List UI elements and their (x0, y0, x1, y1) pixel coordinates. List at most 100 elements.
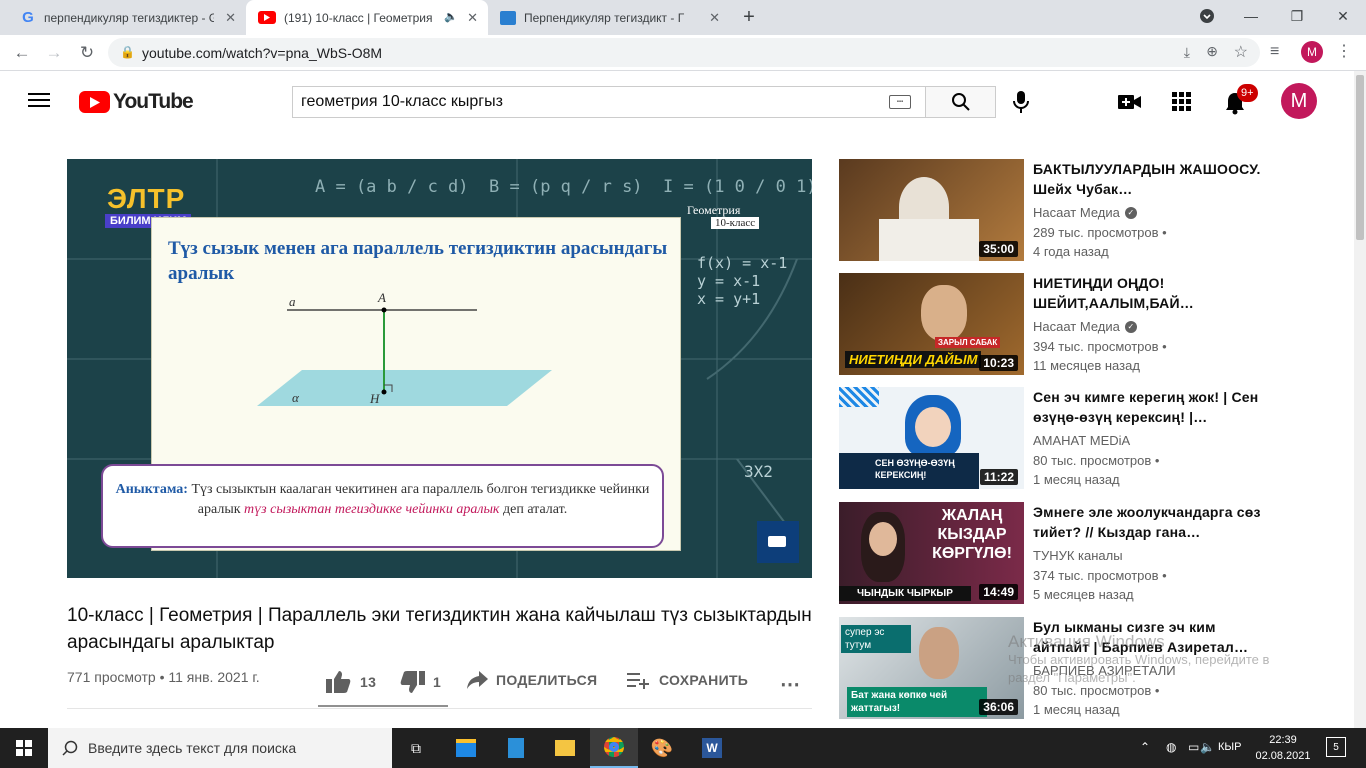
recommended-channel[interactable]: Насаат Медиа ✓ (1033, 205, 1137, 220)
verified-icon: ✓ (1124, 206, 1137, 219)
hamburger-menu-icon[interactable] (28, 91, 50, 109)
task-view-icon[interactable]: ⧉ (392, 728, 440, 768)
recommended-age: 11 месяцев назад (1033, 358, 1140, 373)
tab-search-icon[interactable] (1184, 0, 1230, 32)
close-icon[interactable]: ✕ (225, 10, 236, 26)
chrome-icon[interactable] (590, 728, 638, 768)
profile-avatar[interactable]: M (1301, 41, 1323, 63)
youtube-header: YouTube геометрия 10-класс кыргыз ▪▪▪ 9+… (0, 71, 1354, 133)
tab-title: перпендикуляр тегиздиктер - G (44, 10, 214, 25)
recommended-title[interactable]: Сен эч кимге керегиң жок! | Сен өзүңө-өз… (1033, 387, 1263, 427)
restore-icon[interactable]: ❐ (1274, 0, 1320, 32)
clock[interactable]: 22:39 02.08.2021 (1252, 732, 1314, 764)
url-text[interactable]: youtube.com/watch?v=pna_WbS-O8M (142, 45, 382, 61)
close-icon[interactable]: ✕ (709, 10, 720, 26)
reading-list-icon[interactable]: ≡ (1270, 43, 1279, 61)
tab-google-search[interactable]: G перпендикуляр тегиздиктер - G ✕ (8, 0, 246, 35)
youtube-logo-text: YouTube (113, 90, 194, 113)
recommended-title[interactable]: БАКТЫЛУУЛАРДЫН ЖАШООСУ. Шейх Чубак… (1033, 159, 1263, 199)
video-thumbnail[interactable]: 35:00 (839, 159, 1024, 261)
battery-icon[interactable]: ▭ (1188, 740, 1199, 754)
speaker-icon[interactable]: 🔈 (444, 10, 458, 23)
back-icon[interactable]: ← (10, 41, 34, 65)
minimize-icon[interactable]: — (1228, 0, 1274, 32)
youtube-play-logo-icon (79, 91, 110, 113)
apps-grid-icon[interactable] (1172, 92, 1192, 112)
install-icon[interactable]: ⤓ (1184, 44, 1190, 61)
tab-book[interactable]: Перпендикуляр тегиздикт - Г ✕ (488, 0, 730, 35)
video-player[interactable]: A = (a b / c d) B = (p q / r s) I = (1 0… (67, 159, 812, 578)
paint-icon[interactable]: 🎨 (638, 728, 686, 768)
recommended-age: 1 месяц назад (1033, 702, 1120, 717)
microphone-icon[interactable] (1011, 91, 1031, 113)
menu-dots-icon[interactable]: ⋮ (1336, 41, 1352, 61)
book-icon (500, 10, 516, 25)
omnibox[interactable]: 🔒 youtube.com/watch?v=pna_WbS-O8M ⤓ ⊕ ☆ (108, 38, 1260, 67)
show-hidden-icons-icon[interactable]: ⌃ (1140, 740, 1150, 754)
lock-icon: 🔒 (120, 45, 135, 59)
notification-center-icon[interactable]: 5 (1326, 737, 1346, 757)
save-button[interactable]: СОХРАНИТЬ (627, 670, 748, 690)
definition-text-2: деп аталат. (499, 502, 568, 517)
tab-youtube-video[interactable]: (191) 10-класс | Геометрия | 🔈 ✕ (246, 0, 488, 35)
point-label-h: H (369, 391, 380, 406)
google-icon: G (22, 9, 34, 26)
video-thumbnail[interactable]: СЕН ӨЗҮҢӨ-ӨЗҮҢ КЕРЕКСИҢ! 11:22 (839, 387, 1024, 489)
recommended-video[interactable]: ЖАЛАҢ КЫЗДАР КӨРГҮЛӨ! ЧЫНДЫК ЧЫРКЫР 14:4… (839, 502, 1339, 604)
scrollbar-thumb[interactable] (1356, 75, 1364, 240)
recommended-channel[interactable]: Насаат Медиа ✓ (1033, 319, 1137, 334)
new-tab-icon[interactable]: + (738, 6, 760, 28)
add-to-playlist-icon (627, 673, 649, 689)
calculator-icon[interactable] (492, 728, 540, 768)
windows-start-icon[interactable] (0, 728, 48, 768)
create-video-icon[interactable] (1118, 93, 1142, 111)
bookmark-star-icon[interactable]: ☆ (1234, 42, 1248, 62)
zoom-icon[interactable]: ⊕ (1206, 43, 1218, 60)
dislike-button[interactable]: 1 (399, 670, 441, 694)
volume-icon[interactable]: 🔈 (1200, 740, 1215, 754)
like-button[interactable]: 13 (326, 670, 376, 694)
recommended-title[interactable]: Эмнеге эле жоолукчандарга сөз тийет? // … (1033, 502, 1263, 542)
share-button[interactable]: ПОДЕЛИТЬСЯ (466, 670, 597, 690)
like-count: 13 (360, 674, 377, 690)
video-thumbnail[interactable]: супер эс тутум Бат жана көпкө чей жаттаг… (839, 617, 1024, 719)
close-window-icon[interactable]: ✕ (1320, 0, 1366, 32)
reload-icon[interactable]: ↻ (75, 41, 99, 65)
search-button[interactable] (925, 86, 996, 118)
account-avatar[interactable]: M (1281, 83, 1317, 119)
point-label-a: A (377, 290, 386, 305)
page-scrollbar[interactable] (1354, 71, 1366, 728)
more-actions-icon[interactable]: ⋯ (780, 672, 800, 697)
keyboard-icon[interactable]: ▪▪▪ (889, 95, 911, 109)
search-input[interactable]: геометрия 10-класс кыргыз ▪▪▪ (292, 86, 925, 118)
recommended-views: 289 тыс. просмотров • (1033, 225, 1167, 240)
recommended-age: 1 месяц назад (1033, 472, 1120, 487)
network-icon[interactable]: ◍ (1166, 740, 1176, 754)
language-indicator[interactable]: КЫР (1218, 741, 1241, 753)
search-query[interactable]: геометрия 10-класс кыргыз (301, 93, 503, 111)
youtube-logo[interactable]: YouTube (79, 90, 194, 114)
store-icon[interactable] (442, 728, 490, 768)
board-formula-row: A = (a b / c d) B = (p q / r s) I = (1 0… (315, 177, 812, 197)
notification-badge: 9+ (1237, 84, 1258, 102)
taskbar-search-input[interactable]: Введите здесь текст для поиска (48, 728, 392, 768)
duration-badge: 36:06 (979, 699, 1018, 715)
recommended-age: 5 месяцев назад (1033, 587, 1134, 602)
recommended-title[interactable]: НИЕТИҢДИ ОҢДО! ШЕЙИТ,ААЛЫМ,БАЙ… (1033, 273, 1263, 313)
channel-watermark-icon[interactable] (757, 521, 799, 563)
recommended-channel[interactable]: ТУНУК каналы (1033, 548, 1123, 563)
share-icon (467, 671, 488, 689)
video-thumbnail[interactable]: ЖАЛАҢ КЫЗДАР КӨРГҮЛӨ! ЧЫНДЫК ЧЫРКЫР 14:4… (839, 502, 1024, 604)
recommended-video[interactable]: ЗАРЫЛ САБАК НИЕТИҢДИ ДАЙЫМ 10:23 НИЕТИҢД… (839, 273, 1339, 375)
word-icon[interactable]: W (688, 728, 736, 768)
close-icon[interactable]: ✕ (467, 10, 478, 26)
thumbnail-tag: супер эс тутум (841, 625, 911, 653)
file-explorer-icon[interactable] (541, 728, 589, 768)
forward-icon[interactable]: → (42, 41, 66, 65)
recommended-channel[interactable]: АМАНАТ МЕDiA (1033, 433, 1130, 448)
recommended-video[interactable]: СЕН ӨЗҮҢӨ-ӨЗҮҢ КЕРЕКСИҢ! 11:22 Сен эч ки… (839, 387, 1339, 489)
video-thumbnail[interactable]: ЗАРЫЛ САБАК НИЕТИҢДИ ДАЙЫМ 10:23 (839, 273, 1024, 375)
duration-badge: 14:49 (979, 584, 1018, 600)
recommended-video[interactable]: 35:00 БАКТЫЛУУЛАРДЫН ЖАШООСУ. Шейх Чубак… (839, 159, 1339, 261)
thumbnail-caption: ЖАЛАҢ КЫЗДАР КӨРГҮЛӨ! (932, 507, 1012, 562)
